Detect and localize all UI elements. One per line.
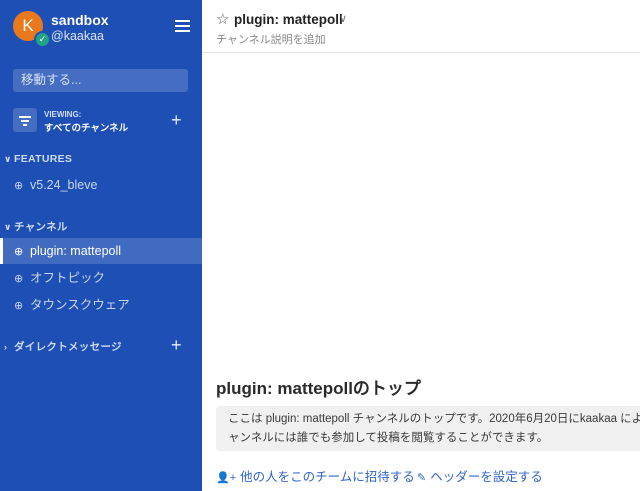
channel-intro-message: ここは plugin: mattepoll チャンネルのトップです。2020年6… — [216, 406, 640, 451]
globe-icon: ⊕ — [14, 246, 24, 258]
channel-description[interactable]: チャンネル説明を追加 — [216, 31, 326, 47]
category-features[interactable]: ∨ FEATURES — [4, 153, 72, 165]
globe-icon: ⊕ — [14, 300, 24, 312]
filter-icon[interactable] — [13, 108, 37, 132]
sidebar-item-off-topic[interactable]: ⊕ オフトピック — [0, 265, 202, 291]
main-panel: ☆ plugin: mattepoll ∨ チャンネル説明を追加 plugin:… — [202, 0, 640, 491]
channel-switcher-input[interactable]: 移動する... — [13, 69, 188, 92]
channel-filter[interactable]: VIEWING: すべてのチャンネル — [13, 106, 193, 134]
hamburger-menu-icon[interactable] — [175, 20, 190, 32]
chevron-down-icon: ∨ — [4, 222, 12, 232]
add-channel-plus-icon[interactable]: + — [171, 111, 182, 129]
pencil-icon: ✎ — [417, 472, 427, 484]
sidebar-item-plugin-mattepoll[interactable]: ⊕ plugin: mattepoll — [0, 238, 202, 264]
add-user-icon: 👤+ — [216, 472, 237, 484]
invite-members-link[interactable]: 👤+ 他の人をこのチームに招待する — [216, 466, 415, 485]
channel-header: ☆ plugin: mattepoll ∨ チャンネル説明を追加 — [202, 0, 640, 53]
chevron-down-icon[interactable]: ∨ — [339, 12, 347, 25]
set-header-link[interactable]: ✎ ヘッダーを設定する — [417, 466, 543, 485]
add-direct-message-plus-icon[interactable]: + — [171, 336, 182, 354]
globe-icon: ⊕ — [14, 273, 24, 285]
intro-line-1: ここは plugin: mattepoll チャンネルのトップです。2020年6… — [228, 413, 640, 425]
viewing-value[interactable]: すべてのチャンネル — [44, 120, 128, 134]
team-header[interactable]: K ✓ sandbox @kaakaa — [0, 0, 202, 56]
user-handle: @kaakaa — [51, 29, 104, 43]
category-direct-messages[interactable]: › ダイレクトメッセージ — [4, 339, 122, 354]
sidebar-item-town-square[interactable]: ⊕ タウンスクウェア — [0, 292, 202, 318]
sidebar-item-v5-24-bleve[interactable]: ⊕ v5.24_bleve — [0, 172, 202, 198]
sidebar: K ✓ sandbox @kaakaa 移動する... VIEWING: すべて… — [0, 0, 202, 491]
team-name[interactable]: sandbox — [51, 12, 109, 28]
chevron-right-icon: › — [4, 342, 8, 352]
online-status-icon: ✓ — [34, 31, 51, 48]
viewing-label: VIEWING: — [44, 110, 82, 119]
globe-icon: ⊕ — [14, 180, 24, 192]
intro-line-2: ャンネルには誰でも参加して投稿を閲覧することができます。 — [228, 432, 549, 444]
category-channels[interactable]: ∨ チャンネル — [4, 219, 68, 234]
favorite-star-icon[interactable]: ☆ — [216, 10, 229, 28]
channel-title[interactable]: plugin: mattepoll — [234, 12, 343, 27]
chevron-down-icon: ∨ — [4, 154, 12, 164]
channel-intro-title: plugin: mattepollのトップ — [216, 379, 421, 398]
